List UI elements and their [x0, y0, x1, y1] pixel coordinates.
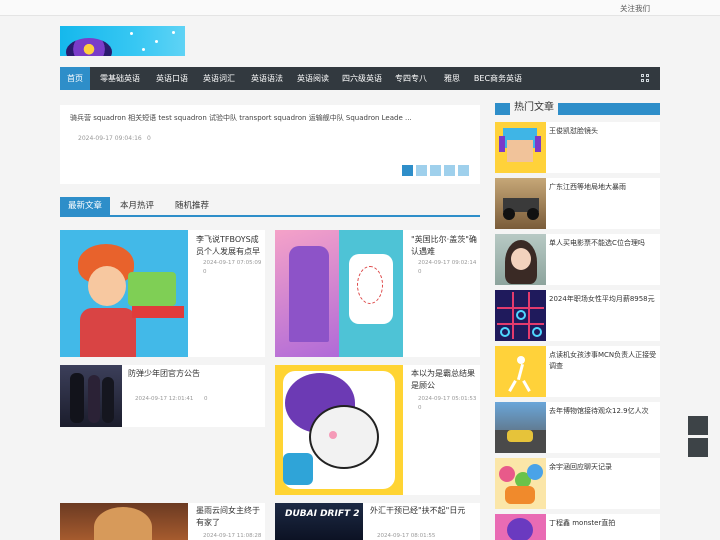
article-views: 0 [203, 269, 207, 275]
article-card[interactable]: "英国比尔·盖茨"确认遇难 2024-09-17 09:02:14 0 [275, 230, 480, 357]
hot-list-item[interactable]: 2024年职场女性平均月薪8958元 [495, 290, 660, 341]
city-racing-image[interactable] [495, 402, 546, 453]
article-card[interactable]: 本以为是霸总结果是顾公 2024-09-17 05:01:53 0 [275, 365, 480, 495]
dubai-drift-2-logo: DUBAI DRIFT 2 [285, 509, 360, 519]
article-views: 0 [418, 405, 422, 411]
logo-sparkle [130, 32, 133, 35]
tic-tac-toe-icon[interactable] [495, 290, 546, 341]
people-dressed-image[interactable] [60, 365, 122, 427]
cartoon-crowd-image[interactable] [495, 458, 546, 509]
fantasy-portrait-image[interactable] [60, 503, 188, 540]
hot-item-title[interactable]: 去年博物馆接待观众12.9亿人次 [549, 406, 657, 417]
waitress-game-icon[interactable] [60, 230, 188, 357]
nav-item-bec[interactable]: BEC商务英语 [470, 67, 526, 90]
stickman-yellow-icon[interactable] [495, 346, 546, 397]
tab-monthly-hot[interactable]: 本月热评 [112, 197, 162, 215]
hot-list-item[interactable]: 王俊凯怼脸镜头 [495, 122, 660, 173]
slider-dot[interactable] [402, 165, 413, 176]
article-title[interactable]: "英国比尔·盖茨"确认遇难 [411, 234, 477, 258]
hot-list-item[interactable]: 点读机女孩涉事MCN负责人正接受调查 [495, 346, 660, 397]
hot-list-item[interactable]: 去年博物馆接待观众12.9亿人次 [495, 402, 660, 453]
logo-sparkle [172, 31, 175, 34]
logo-graphic [66, 38, 112, 56]
slider-dot[interactable] [416, 165, 427, 176]
qrcode-button[interactable] [688, 438, 708, 457]
main-nav: 首页 零基础英语 英语口语 英语词汇 英语语法 英语阅读 四六级英语 专四专八 … [60, 67, 660, 90]
article-card[interactable]: 防弹少年团官方公告 2024-09-17 12:01:41 0 [60, 365, 265, 427]
nav-item-home[interactable]: 首页 [60, 67, 90, 90]
logo-sparkle [142, 48, 145, 51]
article-title[interactable]: 防弹少年团官方公告 [128, 368, 260, 380]
article-title[interactable]: 本以为是霸总结果是顾公 [411, 368, 477, 392]
article-date: 2024-09-17 07:05:09 [203, 260, 262, 266]
hot-item-title[interactable]: 广东江西等地局地大暴雨 [549, 182, 657, 193]
hot-item-title[interactable]: 单人买电影票不能选C位合理吗 [549, 238, 657, 249]
slider-dot[interactable] [444, 165, 455, 176]
hot-articles-title: 热门文章 [510, 101, 558, 115]
nav-item-ielts[interactable]: 雅思 [438, 67, 466, 90]
hot-list-item[interactable]: 丁程鑫 monster直拍 [495, 514, 660, 540]
hot-item-title[interactable]: 2024年职场女性平均月薪8958元 [549, 294, 657, 305]
article-title[interactable]: 李飞说TFBOYS成员个人发展有点早 [196, 234, 262, 258]
nav-item-vocabulary[interactable]: 英语词汇 [196, 67, 242, 90]
featured-slider: 骑兵营 squadron 相关短语 test squadron 试验中队 tra… [60, 105, 480, 184]
slider-views: 0 [147, 135, 151, 142]
grid-icon[interactable] [641, 74, 650, 83]
unicorn-game-icon[interactable] [275, 365, 403, 495]
article-date: 2024-09-17 12:01:41 [135, 396, 194, 402]
slider-description[interactable]: 骑兵营 squadron 相关短语 test squadron 试验中队 tra… [70, 113, 412, 123]
slider-dot[interactable] [430, 165, 441, 176]
article-tabs: 最新文章 本月热评 随机推荐 [60, 197, 480, 217]
article-card[interactable]: 李飞说TFBOYS成员个人发展有点早 2024-09-17 07:05:09 0 [60, 230, 265, 357]
nav-item-reading[interactable]: 英语阅读 [290, 67, 336, 90]
scroll-top-button[interactable] [688, 416, 708, 435]
hot-articles-header: 热门文章 [495, 101, 660, 115]
hot-item-title[interactable]: 丁程鑫 monster直拍 [549, 518, 657, 529]
hot-list-item[interactable]: 单人买电影票不能选C位合理吗 [495, 234, 660, 285]
offroad-truck-image[interactable] [495, 178, 546, 229]
nav-item-tem[interactable]: 专四专八 [390, 67, 432, 90]
nav-item-grammar[interactable]: 英语语法 [244, 67, 290, 90]
article-card[interactable]: 墨雨云间女主终于有家了 2024-09-17 11:08:28 [60, 503, 265, 540]
article-views: 0 [204, 396, 208, 402]
slider-dot[interactable] [458, 165, 469, 176]
hot-list-item[interactable]: 广东江西等地局地大暴雨 [495, 178, 660, 229]
article-date: 2024-09-17 08:01:55 [377, 533, 436, 539]
pixel-avatar-icon[interactable] [495, 122, 546, 173]
hot-item-title[interactable]: 王俊凯怼脸镜头 [549, 126, 657, 137]
article-date: 2024-09-17 05:01:53 [418, 396, 477, 402]
tab-random[interactable]: 随机推荐 [164, 197, 220, 215]
dubai-drift-2-icon[interactable]: DUBAI DRIFT 2 [275, 503, 363, 540]
article-date: 2024-09-17 09:02:14 [418, 260, 477, 266]
article-views: 0 [418, 269, 422, 275]
article-date: 2024-09-17 11:08:28 [203, 533, 262, 539]
hot-item-title[interactable]: 点读机女孩涉事MCN负责人正接受调查 [549, 350, 657, 372]
nav-item-cet[interactable]: 四六级英语 [338, 67, 386, 90]
article-title[interactable]: 外汇干预已经"扶不起"日元 [370, 505, 476, 517]
anime-girl-image[interactable] [495, 234, 546, 285]
pink-character-icon[interactable] [495, 514, 546, 540]
nav-item-basic-english[interactable]: 零基础英语 [92, 67, 148, 90]
logo-sparkle [155, 40, 158, 43]
article-title[interactable]: 墨雨云间女主终于有家了 [196, 505, 262, 529]
hot-item-title[interactable]: 余宇涵回应聊天记录 [549, 462, 657, 473]
article-card[interactable]: DUBAI DRIFT 2 外汇干预已经"扶不起"日元 2024-09-17 0… [275, 503, 480, 540]
follow-us-link[interactable]: 关注我们 [620, 3, 650, 14]
nav-item-spoken-english[interactable]: 英语口语 [150, 67, 194, 90]
dress-design-icon[interactable] [275, 230, 403, 357]
tab-latest[interactable]: 最新文章 [60, 197, 110, 215]
site-logo[interactable] [60, 26, 185, 56]
slider-date: 2024-09-17 09:04:16 [78, 135, 142, 142]
hot-list-item[interactable]: 余宇涵回应聊天记录 [495, 458, 660, 509]
top-bar: 关注我们 [0, 0, 720, 16]
